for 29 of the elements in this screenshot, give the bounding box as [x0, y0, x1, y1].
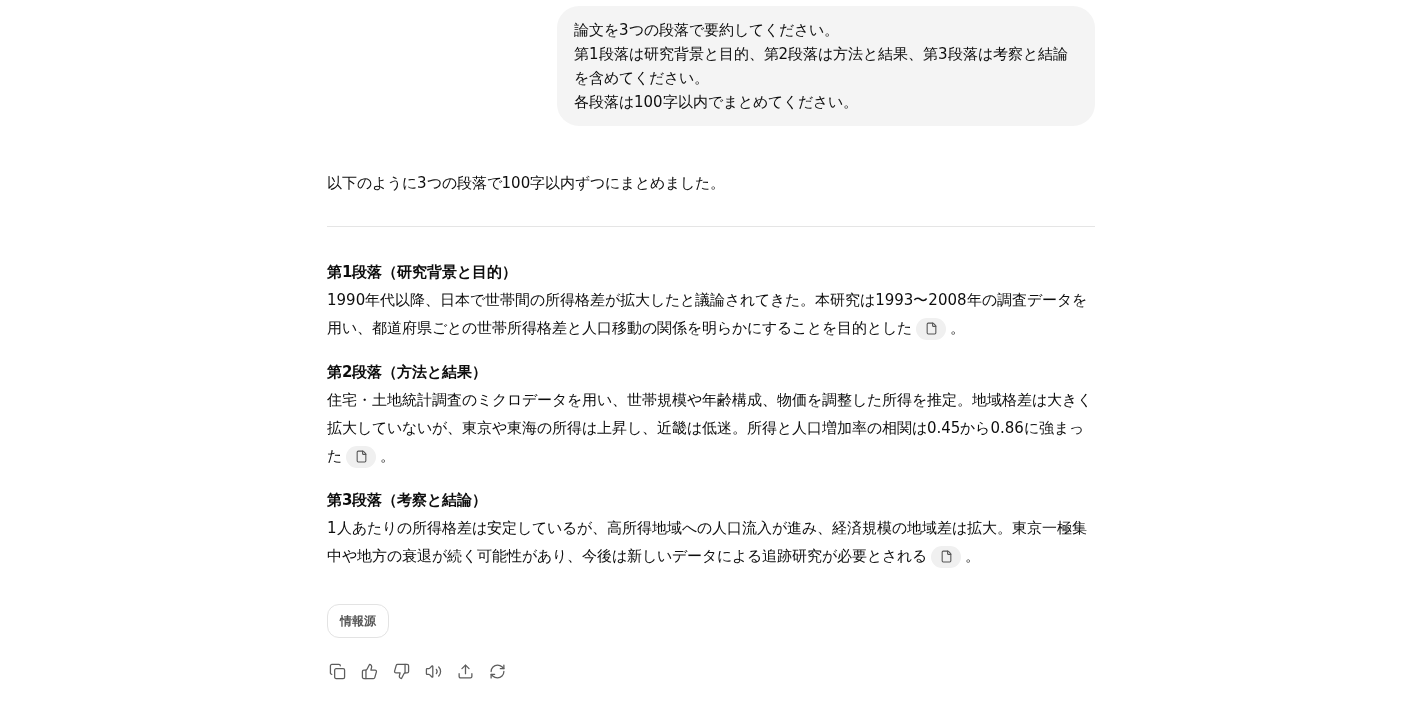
section-heading: 第1段落（研究背景と目的）	[327, 262, 519, 283]
share-icon	[456, 662, 474, 680]
sources-button[interactable]: 情報源	[327, 604, 389, 638]
document-icon	[354, 450, 368, 463]
section-text: 住宅・土地統計調査のミクロデータを用い、世帯規模や年齢構成、物価を調整した所得を推定。地域格差は大きく拡大していないが、東京や東海の所得は上昇し、近畿は低迷。所得と人口増加率の相関は0.45から0.86に強まった 。	[327, 386, 1095, 470]
refresh-icon	[488, 662, 506, 680]
copy-icon	[328, 662, 346, 680]
document-icon	[924, 322, 938, 335]
message-text: 論文を3つの段落で要約してください。	[574, 20, 840, 41]
copy-button[interactable]	[328, 662, 346, 680]
section-heading: 第3段落（考察と結論）	[327, 490, 489, 511]
section-text: 1人あたりの所得格差は安定しているが、高所得地域への人口流入が進み、経済規模の地域差は拡大。東京一極集中や地方の衰退が続く可能性があり、今後は新しいデータによる追跡研究が必要とされる 。	[327, 514, 1095, 570]
share-button[interactable]	[456, 662, 474, 680]
message-text: 第1段落は研究背景と目的、第2段落は方法と結果、第3段落は考察と結論を含めてください。	[574, 44, 1069, 89]
response-intro: 以下のように3つの段落で100字以内ずつにまとめました。	[327, 173, 727, 194]
citation-button[interactable]	[346, 445, 376, 468]
thumbs-up-button[interactable]	[360, 662, 378, 680]
citation-button[interactable]	[916, 317, 946, 340]
speaker-icon	[424, 662, 442, 680]
speaker-button[interactable]	[424, 662, 442, 680]
message-text: 各段落は100字以内でまとめてください。	[574, 92, 859, 113]
citation-button[interactable]	[931, 545, 961, 568]
thumbs-up-icon	[360, 662, 378, 680]
thumbs-down-button[interactable]	[392, 662, 410, 680]
section-text: 1990年代以降、日本で世帯間の所得格差が拡大したと議論されてきた。本研究は1993〜2008年の調査データを用い、都道府県ごとの世帯所得格差と人口移動の関係を明らかにすることを目的とした 。	[327, 286, 1095, 342]
document-icon	[939, 550, 953, 563]
thumbs-down-icon	[392, 662, 410, 680]
refresh-button[interactable]	[488, 662, 506, 680]
section-heading: 第2段落（方法と結果）	[327, 362, 489, 383]
